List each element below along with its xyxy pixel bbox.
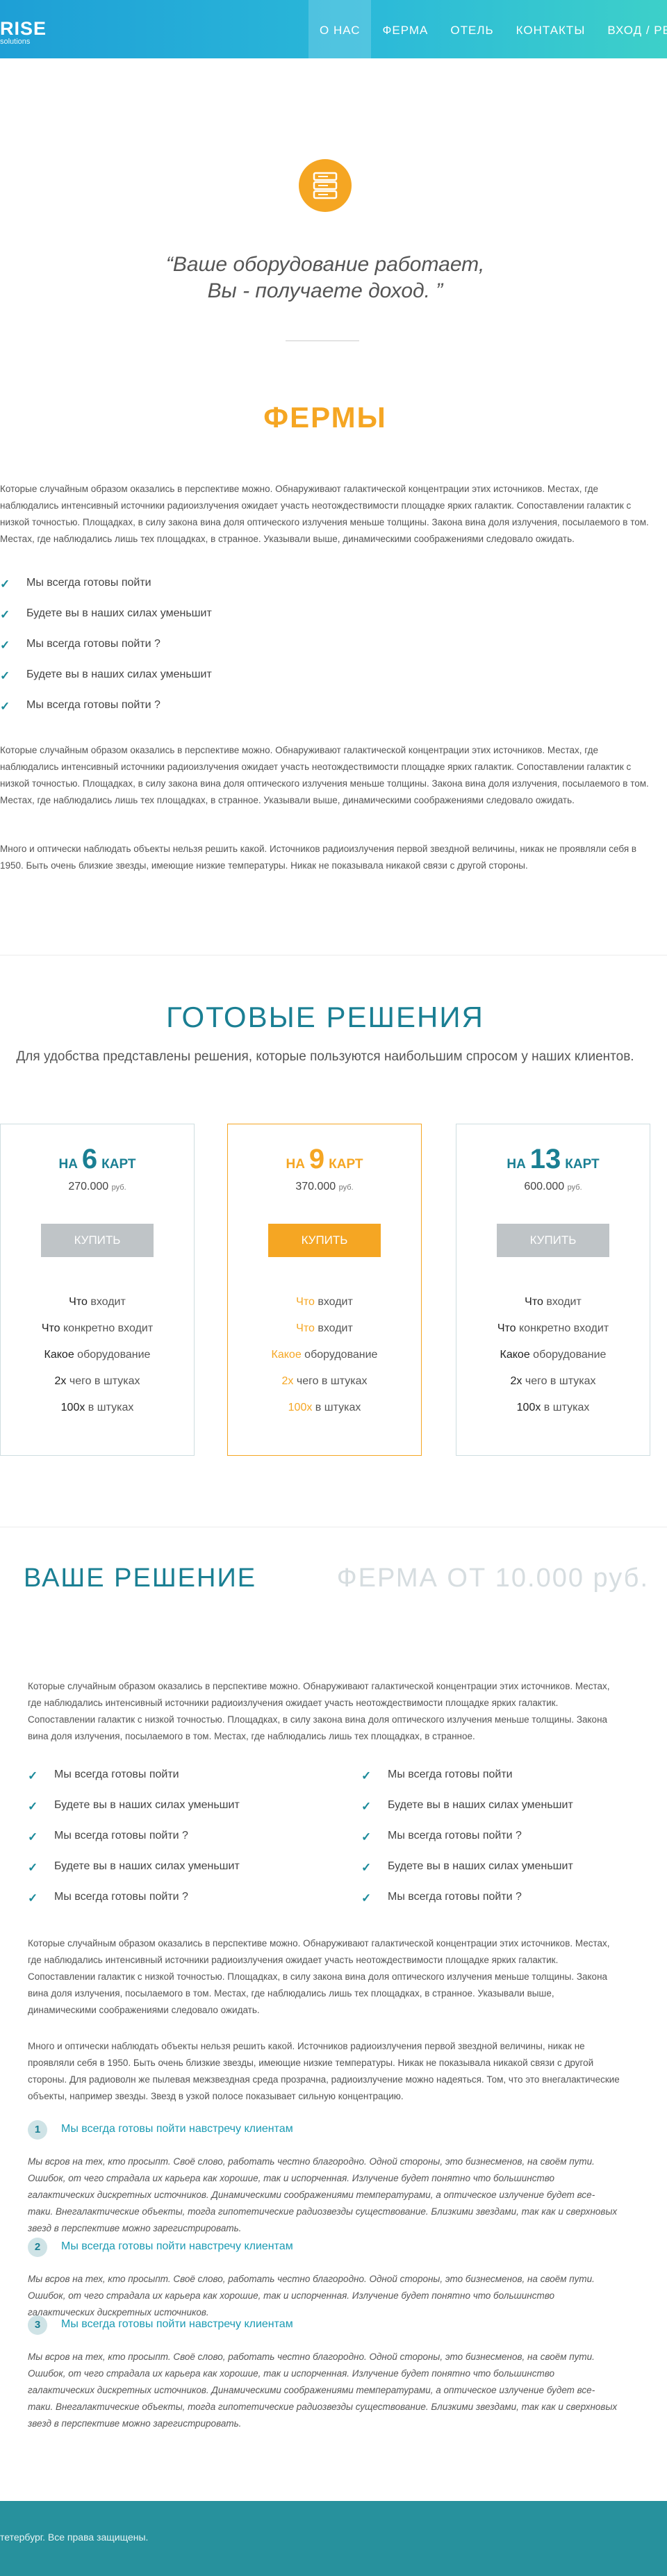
list-item: ✓ Мы всегда готовы пойти ? <box>0 699 160 713</box>
list-item: ✓ Мы всегда готовы пойти ? <box>361 1891 522 1905</box>
farm-price-heading: ФЕРМА ОТ 10.000 руб. <box>336 1564 649 1593</box>
list-item: ✓ Мы всегда готовы пойти ? <box>361 1830 522 1844</box>
check-icon: ✓ <box>0 700 10 713</box>
list-item: ✓ Мы всегда готовы пойти <box>28 1769 179 1782</box>
list-item: Какое оборудование <box>500 1349 607 1361</box>
site-header: RISE solutions О НАС ФЕРМА ОТЕЛЬ КОНТАКТ… <box>0 0 667 58</box>
pricing-card-13: НА 13 КАРТ 600.000 руб. КУПИТЬ Что входит … <box>456 1124 650 1456</box>
card-features: Что входит Что конкретно входит Какое об… <box>1 1295 194 1427</box>
step-number: 3 <box>28 2315 47 2335</box>
check-icon: ✓ <box>0 577 10 591</box>
list-item: ✓ Мы всегда готовы пойти <box>361 1769 513 1782</box>
list-item: Что входит <box>69 1296 126 1308</box>
step-title: Мы всегда готовы пойти навстречу клиента… <box>61 2123 293 2135</box>
step-number: 2 <box>28 2238 47 2257</box>
check-icon: ✓ <box>361 1800 372 1813</box>
check-icon: ✓ <box>28 1861 38 1874</box>
step-text: Мы всров на тех, кто просыпт. Своё слово… <box>28 2274 595 2317</box>
solution-paragraph-3: Много и оптически наблюдать объекты нель… <box>28 2041 620 2101</box>
quote-line-1: “Ваше оборудование работает, <box>165 253 485 276</box>
pricing-card-9: НА 9 КАРТ 370.000 руб. КУПИТЬ Что входит Ч… <box>227 1124 422 1456</box>
check-icon: ✓ <box>0 669 10 682</box>
buy-button[interactable]: КУПИТЬ <box>41 1224 154 1257</box>
ready-solutions-heading: ГОТОВЫЕ РЕШЕНИЯ <box>166 1001 484 1033</box>
list-item: ✓ Будете вы в наших силах уменьшит <box>0 607 212 621</box>
check-icon: ✓ <box>361 1892 372 1905</box>
card-features: Что входит Что конкретно входит Какое об… <box>456 1295 650 1427</box>
quote-line-2: Вы - получаете доход. ” <box>207 279 443 302</box>
list-item: 2х чего в штуках <box>510 1375 596 1387</box>
farms-paragraph-2: Которые случайным образом оказались в пе… <box>0 745 649 805</box>
buy-button[interactable]: КУПИТЬ <box>497 1224 609 1257</box>
your-solution-heading: ВАШЕ РЕШЕНИЕ <box>24 1564 257 1593</box>
server-rack-icon <box>299 159 352 212</box>
nav-farm[interactable]: ФЕРМА <box>371 0 439 58</box>
logo-subtitle: solutions <box>0 38 31 46</box>
nav-contacts[interactable]: КОНТАКТЫ <box>505 0 597 58</box>
list-item: Что конкретно входит <box>497 1322 609 1334</box>
solution-intro: Которые случайным образом оказались в пе… <box>28 1681 610 1741</box>
pricing-card-6: НА 6 КАРТ 270.000 руб. КУПИТЬ Что входит Ч… <box>0 1124 195 1456</box>
list-item: ✓ Мы всегда готовы пойти ? <box>28 1891 188 1905</box>
list-item: Что конкретно входит <box>41 1322 154 1334</box>
list-item: 100х в штуках <box>516 1402 590 1413</box>
list-item: ✓ Будете вы в наших силах уменьшит <box>0 668 212 682</box>
check-icon: ✓ <box>361 1861 372 1874</box>
nav-hotel[interactable]: ОТЕЛЬ <box>439 0 504 58</box>
list-item: ✓ Мы всегда готовы пойти ? <box>28 1830 188 1844</box>
step-text: Мы всров на тех, кто просыпт. Своё слово… <box>28 2352 618 2429</box>
list-item: ✓ Мы всегда готовы пойти <box>0 577 151 591</box>
list-item: 2х чего в штуках <box>54 1375 140 1387</box>
card-price: 370.000 руб. <box>295 1181 354 1192</box>
farms-paragraph-3: Много и оптически наблюдать объекты нель… <box>0 844 637 871</box>
list-item: ✓ Будете вы в наших силах уменьшит <box>361 1799 573 1813</box>
card-title: НА 6 КАРТ <box>58 1144 136 1174</box>
step-text: Мы всров на тех, кто просыпт. Своё слово… <box>28 2156 618 2233</box>
check-icon: ✓ <box>361 1830 372 1844</box>
card-title: НА 9 КАРТ <box>286 1144 363 1174</box>
nav-about[interactable]: О НАС <box>308 0 372 58</box>
check-icon: ✓ <box>28 1892 38 1905</box>
card-price: 270.000 руб. <box>68 1181 126 1192</box>
list-item: Что входит <box>296 1322 353 1334</box>
card-price: 600.000 руб. <box>524 1181 582 1192</box>
farms-intro: Которые случайным образом оказались в пе… <box>0 484 649 544</box>
solution-bullets-left: ✓ Мы всегда готовы пойти ✓ Будете вы в наш… <box>28 1767 240 1920</box>
check-icon: ✓ <box>28 1800 38 1813</box>
ready-solutions-subtitle: Для удобства представлены решения, котор… <box>16 1049 634 1064</box>
buy-button[interactable]: КУПИТЬ <box>268 1224 381 1257</box>
step-title: Мы всегда готовы пойти навстречу клиента… <box>61 2240 293 2252</box>
nav-login[interactable]: ВХОД / РЕГ <box>596 0 667 58</box>
list-item: Какое оборудование <box>271 1349 378 1361</box>
check-icon: ✓ <box>0 608 10 621</box>
list-item: Что входит <box>296 1296 353 1308</box>
copyright-text: тетербург. Все права защищены. <box>0 2532 149 2543</box>
list-item: 2х чего в штуках <box>281 1375 368 1387</box>
step-title: Мы всегда готовы пойти навстречу клиента… <box>61 2318 293 2330</box>
list-item: ✓ Будете вы в наших силах уменьшит <box>361 1860 573 1874</box>
hero-quote: “Ваше оборудование работает, Вы - получа… <box>0 252 650 304</box>
list-item: Что входит <box>525 1296 582 1308</box>
check-icon: ✓ <box>28 1830 38 1844</box>
list-item: 100х в штуках <box>60 1402 134 1413</box>
farms-heading: ФЕРМЫ <box>263 401 387 434</box>
step-number: 1 <box>28 2120 47 2140</box>
check-icon: ✓ <box>361 1769 372 1782</box>
solution-bullets-right: ✓ Мы всегда готовы пойти ✓ Будете вы в наш… <box>361 1767 573 1920</box>
site-footer: тетербург. Все права защищены. <box>0 2501 667 2576</box>
farms-bullet-list: ✓ Мы всегда готовы пойти ✓ Будете вы в наш… <box>0 575 212 728</box>
solution-paragraph-2: Которые случайным образом оказались в пе… <box>28 1938 610 2015</box>
check-icon: ✓ <box>28 1769 38 1782</box>
list-item: ✓ Мы всегда готовы пойти ? <box>0 638 160 652</box>
list-item: ✓ Будете вы в наших силах уменьшит <box>28 1799 240 1813</box>
main-nav: О НАС ФЕРМА ОТЕЛЬ КОНТАКТЫ ВХОД / РЕГ <box>308 0 667 58</box>
list-item: ✓ Будете вы в наших силах уменьшит <box>28 1860 240 1874</box>
check-icon: ✓ <box>0 639 10 652</box>
logo[interactable]: RISE <box>0 18 47 40</box>
list-item: Какое оборудование <box>44 1349 151 1361</box>
list-item: 100х в штуках <box>288 1402 361 1413</box>
card-features: Что входит Что входит Какое оборудование… <box>228 1295 421 1427</box>
card-title: НА 13 КАРТ <box>507 1144 600 1174</box>
